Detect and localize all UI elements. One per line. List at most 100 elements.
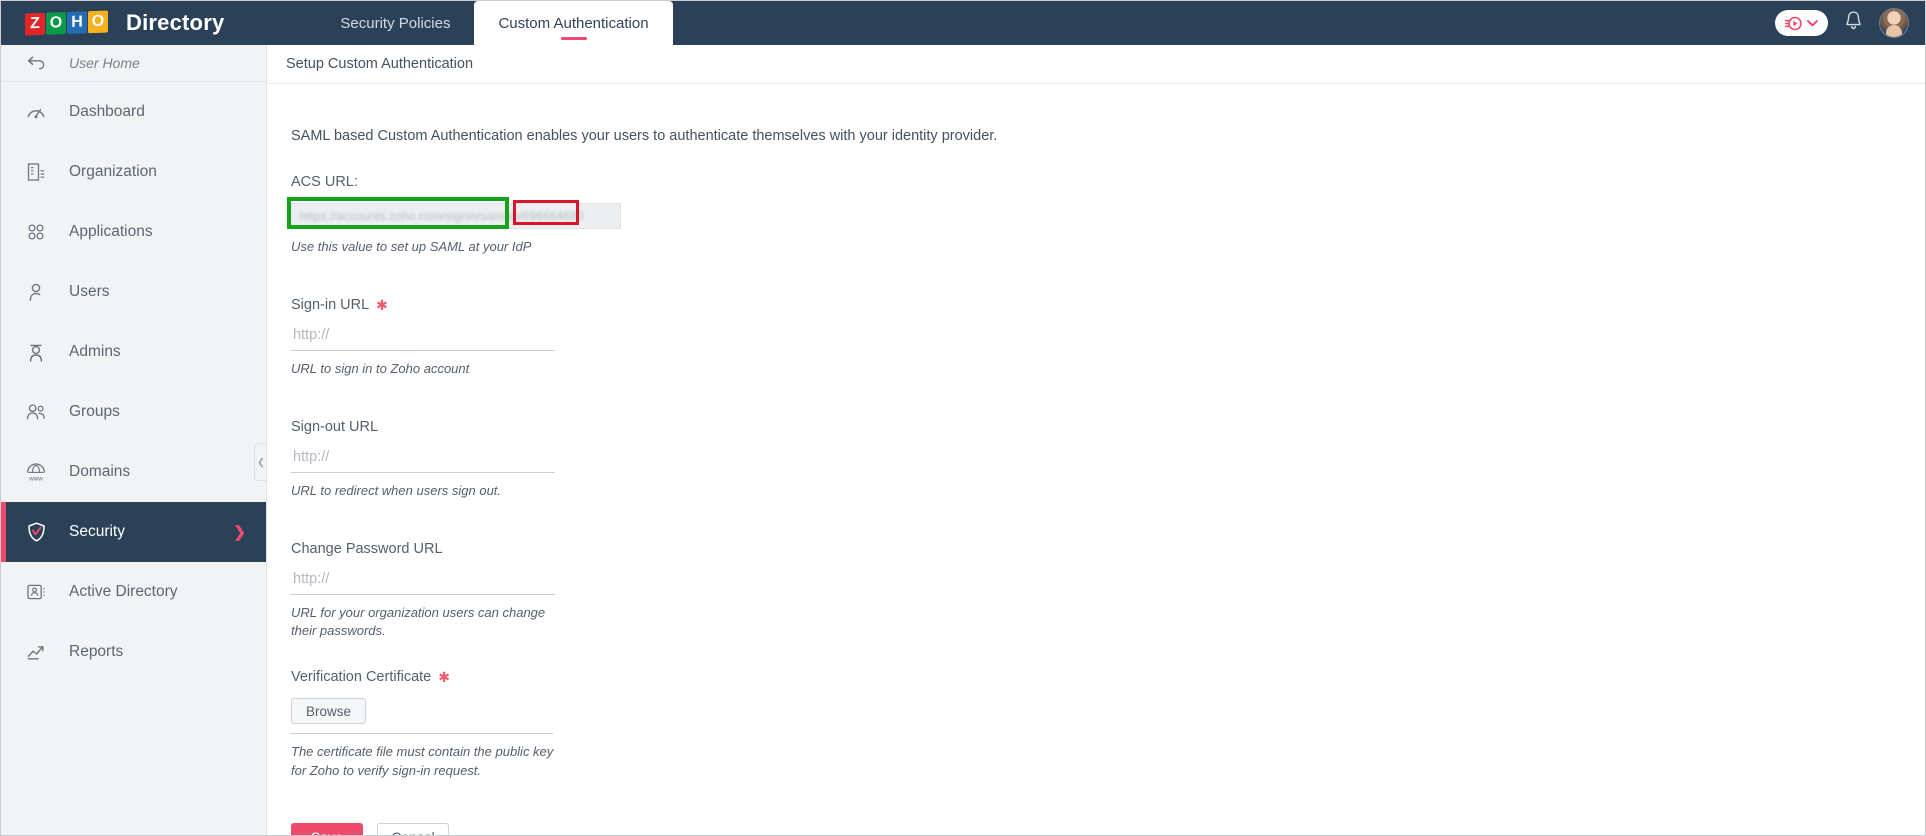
chart-arrow-icon — [23, 642, 49, 662]
sidebar-item-admins-label: Admins — [69, 343, 121, 360]
sign-in-url-hint: URL to sign in to Zoho account — [291, 360, 470, 376]
app-window: Z O H O Directory Security Policies Cust… — [0, 0, 1926, 836]
sidebar-item-organization[interactable]: Organization — [1, 142, 266, 202]
sidebar-item-active-directory[interactable]: Active Directory — [1, 562, 266, 622]
sidebar-item-users-label: Users — [69, 283, 110, 300]
tab-security-policies-label: Security Policies — [340, 14, 451, 32]
play-forward-icon — [1785, 16, 1802, 31]
sign-in-url-field: Sign-in URL ✱ URL to sign in to Zoho acc… — [291, 297, 1925, 379]
logo-letter-o2: O — [88, 10, 108, 34]
acs-url-input-wrap: https://accounts.zoho.com/signin/samlsp/… — [287, 197, 621, 229]
main-content: Setup Custom Authentication SAML based C… — [267, 45, 1925, 835]
sidebar-item-dashboard[interactable]: Dashboard — [1, 82, 266, 142]
bell-icon[interactable] — [1844, 10, 1863, 36]
sidebar-item-user-home[interactable]: User Home — [1, 45, 266, 82]
users-group-icon — [23, 402, 49, 422]
acs-url-input[interactable]: https://accounts.zoho.com/signin/samlsp/… — [291, 203, 621, 229]
verification-certificate-label: Verification Certificate — [291, 669, 432, 686]
change-password-url-hint: URL for your organization users can chan… — [291, 604, 546, 639]
tab-security-policies[interactable]: Security Policies — [316, 1, 474, 45]
top-bar: Z O H O Directory Security Policies Cust… — [1, 1, 1925, 45]
form-actions: Save Cancel — [291, 822, 1925, 835]
acs-url-label-row: ACS URL: — [291, 174, 1925, 190]
chevron-down-icon — [1807, 19, 1818, 27]
acs-url-hint: Use this value to set up SAML at your Id… — [291, 239, 532, 254]
logo-letter-o1: O — [46, 12, 66, 35]
sign-out-url-hint: URL to redirect when users sign out. — [291, 482, 502, 498]
sign-out-url-label: Sign-out URL — [291, 418, 379, 435]
intro-text: SAML based Custom Authentication enables… — [291, 128, 998, 144]
sidebar-item-security[interactable]: Security ❯ — [1, 502, 266, 562]
browse-button[interactable]: Browse — [291, 698, 367, 725]
www-globe-icon: www — [23, 461, 49, 483]
zoho-logo-icon: Z O H O — [25, 10, 108, 36]
top-nav: Security Policies Custom Authentication — [316, 1, 673, 45]
sidebar-item-applications[interactable]: Applications — [1, 202, 266, 262]
shield-check-icon — [23, 521, 49, 543]
logo-letter-z: Z — [25, 12, 45, 36]
body-wrapper: User Home Dashboard Organization Applica… — [1, 45, 1925, 835]
sign-out-url-input[interactable] — [291, 448, 555, 473]
change-password-url-field: Change Password URL URL for your organiz… — [291, 541, 1925, 642]
change-password-url-label-row: Change Password URL — [291, 541, 1925, 557]
app-name: Directory — [126, 10, 225, 35]
sidebar-item-groups[interactable]: Groups — [1, 382, 266, 442]
sidebar-item-groups-label: Groups — [69, 403, 120, 420]
app-launcher-button[interactable] — [1775, 10, 1828, 36]
cancel-button[interactable]: Cancel — [377, 822, 449, 835]
tab-custom-authentication-label: Custom Authentication — [498, 14, 649, 32]
sidebar-item-admins[interactable]: Admins — [1, 322, 266, 382]
sidebar-item-active-directory-label: Active Directory — [69, 583, 178, 600]
page-header: Setup Custom Authentication — [267, 45, 1925, 84]
svg-text:www: www — [28, 475, 43, 482]
grid-icon — [23, 222, 49, 242]
sidebar-item-dashboard-label: Dashboard — [69, 103, 145, 120]
gauge-icon — [23, 102, 49, 122]
sidebar-item-users[interactable]: Users — [1, 262, 266, 322]
change-password-url-input[interactable] — [291, 570, 555, 595]
required-asterisk-icon: ✱ — [376, 296, 388, 313]
brand[interactable]: Z O H O Directory — [1, 1, 224, 45]
acs-url-label: ACS URL: — [291, 174, 358, 190]
page-title: Setup Custom Authentication — [286, 56, 474, 72]
back-arrow-icon — [23, 55, 49, 71]
verification-certificate-hint: The certificate file must contain the pu… — [291, 744, 554, 779]
verification-certificate-label-row: Verification Certificate ✱ — [291, 669, 1925, 685]
acs-url-value-suffix: 696664680 — [522, 209, 584, 223]
acs-url-value: https://accounts.zoho.com/signin/samlsp/… — [300, 209, 584, 223]
browse-row: Browse — [291, 698, 553, 735]
chevron-right-icon: ❯ — [233, 524, 246, 541]
sidebar-item-reports-label: Reports — [69, 643, 124, 660]
sign-out-url-label-row: Sign-out URL — [291, 419, 1925, 435]
user-icon — [23, 282, 49, 303]
avatar[interactable] — [1879, 8, 1909, 38]
tab-custom-authentication[interactable]: Custom Authentication — [474, 1, 673, 45]
chevron-left-icon: ❮ — [257, 456, 265, 467]
sidebar-item-applications-label: Applications — [69, 223, 153, 240]
sidebar-item-security-label: Security — [69, 523, 125, 540]
admin-icon — [23, 342, 49, 363]
building-icon — [23, 161, 49, 183]
sidebar-item-organization-label: Organization — [69, 163, 157, 180]
sidebar-collapse-handle[interactable]: ❮ — [254, 443, 266, 481]
required-asterisk-icon: ✱ — [438, 669, 450, 686]
change-password-url-label: Change Password URL — [291, 540, 443, 557]
verification-certificate-field: Verification Certificate ✱ Browse The ce… — [291, 669, 1925, 781]
sign-in-url-label: Sign-in URL — [291, 296, 370, 313]
acs-url-field: ACS URL: https://accounts.zoho.com/signi… — [287, 174, 1925, 257]
form-area: SAML based Custom Authentication enables… — [267, 84, 1925, 835]
sign-in-url-input[interactable] — [291, 326, 555, 351]
sign-out-url-field: Sign-out URL URL to redirect when users … — [291, 419, 1925, 501]
sidebar-item-user-home-label: User Home — [69, 55, 140, 71]
sidebar-item-domains-label: Domains — [69, 463, 131, 480]
acs-url-value-prefix: https://accounts.zoho.com/signin/samlsp/ — [300, 209, 523, 223]
logo-letter-h: H — [67, 11, 87, 34]
sign-in-url-label-row: Sign-in URL ✱ — [291, 297, 1925, 313]
sidebar-item-domains[interactable]: www Domains — [1, 442, 266, 502]
sidebar-item-reports[interactable]: Reports — [1, 622, 266, 682]
save-button[interactable]: Save — [291, 822, 363, 835]
